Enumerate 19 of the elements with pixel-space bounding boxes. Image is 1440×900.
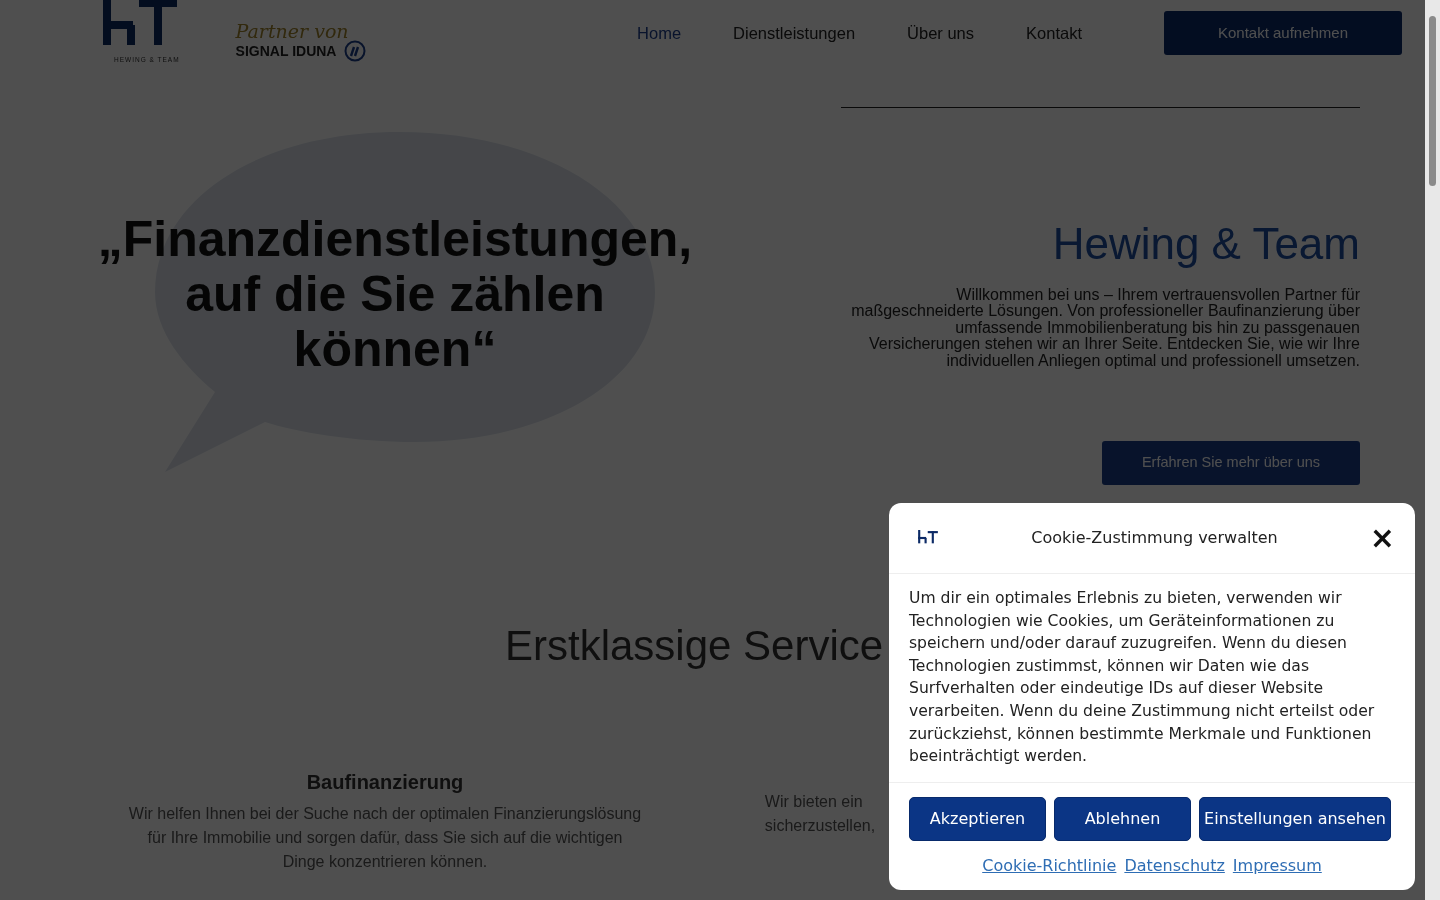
- dialog-link[interactable]: Cookie-Richtlinie: [982, 853, 1117, 878]
- close-button[interactable]: ×: [1369, 523, 1395, 553]
- dialog-title: Cookie-Zustimmung verwalten: [1030, 528, 1279, 548]
- dialog-button[interactable]: Akzeptieren: [909, 796, 1046, 841]
- partner-brand: SIGNAL IDUNA: [235, 41, 337, 61]
- hero-title: Hewing & Team: [1052, 218, 1360, 270]
- dialog-button[interactable]: Ablehnen: [1054, 796, 1191, 841]
- partner-text: Partner von: [235, 22, 350, 40]
- service-title: Baufinanzierung: [306, 769, 464, 794]
- logo-icon: [917, 530, 939, 546]
- brand-icon: [344, 40, 367, 62]
- dialog-text: Um dir ein optimales Erlebnis zu bieten, verwenden wir Technologien wie Cookies, um Geräteinformationen zu speichern und/oder darauf zuzugreifen. Wenn du diesen Technologien zustimmst, können wir Daten wie das Surfverhalten oder eindeutige IDs auf dieser Website verarbeiten. Wenn du deine Zustimmung nicht erteilst oder zurückziehst, können bestimmte Merkmale und Funktionen beeinträchtigt werden.: [889, 574, 1415, 783]
- scrollbar[interactable]: [1425, 0, 1440, 900]
- hero-text: Willkommen bei uns – Ihrem vertrauensvollen Partner für maßgeschneiderte Lösungen. Von professioneller Baufinanzierung über umfassende Immobilienberatung bis hin zu passgenauen Versicherungen stehen wir an Ihrer Seite. Entdecken Sie, wie wir Ihre individuellen Anliegen optimal und professionell umsetzen.: [850, 286, 1360, 370]
- hero-quote: „Finanzdienstleistungen, auf die Sie zählen können“: [97, 212, 693, 377]
- dialog-button[interactable]: Einstellungen ansehen: [1199, 796, 1391, 841]
- dialog-link[interactable]: Datenschutz: [1124, 853, 1225, 878]
- section-heading: Erstklassige Service: [505, 621, 884, 672]
- dialog-link[interactable]: Impressum: [1232, 853, 1322, 878]
